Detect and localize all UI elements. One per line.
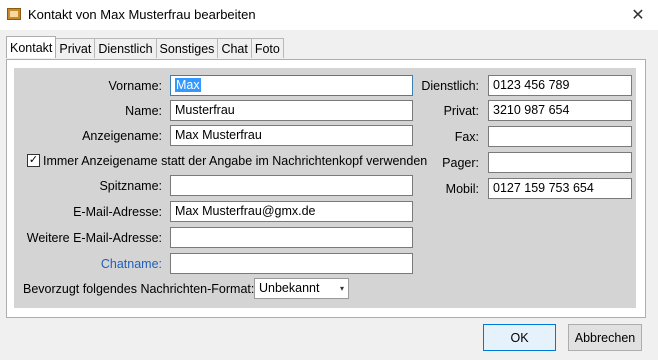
chatname-field[interactable] bbox=[170, 253, 413, 274]
dropdown-arrow-icon: ▾ bbox=[339, 284, 344, 293]
anzeigename-label: Anzeigename: bbox=[82, 129, 162, 143]
weitere-email-field[interactable] bbox=[170, 227, 413, 248]
tab-bar: Kontakt Privat Dienstlich Sonstiges Chat… bbox=[6, 36, 284, 59]
mobil-phone-field[interactable]: 0127 159 753 654 bbox=[488, 178, 632, 199]
ok-button[interactable]: OK bbox=[483, 324, 556, 351]
mobil-label: Mobil: bbox=[445, 182, 479, 196]
spitzname-label: Spitzname: bbox=[99, 179, 162, 193]
spitzname-field[interactable] bbox=[170, 175, 413, 196]
fax-label: Fax: bbox=[454, 130, 479, 144]
dienstlich-phone-field[interactable]: 0123 456 789 bbox=[488, 75, 632, 96]
chatname-link[interactable]: Chatname: bbox=[101, 257, 162, 271]
email-label: E-Mail-Adresse: bbox=[73, 205, 162, 219]
vorname-value: Max bbox=[175, 78, 201, 92]
close-icon[interactable]: ✕ bbox=[618, 0, 658, 30]
weitere-email-label: Weitere E-Mail-Adresse: bbox=[26, 231, 162, 245]
tab-foto[interactable]: Foto bbox=[250, 38, 284, 58]
display-name-checkbox-label[interactable]: Immer Anzeigename statt der Angabe im Na… bbox=[43, 154, 427, 168]
address-book-icon bbox=[7, 8, 21, 20]
format-select[interactable]: Unbekannt ▾ bbox=[254, 278, 349, 299]
name-field[interactable]: Musterfrau bbox=[170, 100, 413, 121]
name-label: Name: bbox=[125, 104, 162, 118]
privat-label: Privat: bbox=[443, 104, 479, 118]
tab-kontakt[interactable]: Kontakt bbox=[6, 36, 57, 58]
format-value: Unbekannt bbox=[259, 281, 320, 295]
pager-label: Pager: bbox=[442, 156, 479, 170]
tab-dienstlich[interactable]: Dienstlich bbox=[94, 38, 157, 58]
tab-sonstiges[interactable]: Sonstiges bbox=[155, 38, 219, 58]
tab-chat[interactable]: Chat bbox=[217, 38, 252, 58]
anzeigename-field[interactable]: Max Musterfrau bbox=[170, 125, 413, 146]
email-field[interactable]: Max Musterfrau@gmx.de bbox=[170, 201, 413, 222]
dienstlich-label: Dienstlich: bbox=[421, 79, 479, 93]
title-bar: Kontakt von Max Musterfrau bearbeiten ✕ bbox=[0, 0, 658, 30]
display-name-checkbox[interactable]: ✓ bbox=[27, 154, 40, 167]
cancel-button[interactable]: Abbrechen bbox=[568, 324, 642, 351]
fax-field[interactable] bbox=[488, 126, 632, 147]
vorname-label: Vorname: bbox=[108, 79, 162, 93]
vorname-field[interactable]: Max bbox=[170, 75, 413, 96]
format-label: Bevorzugt folgendes Nachrichten-Format: bbox=[23, 282, 255, 296]
window-title: Kontakt von Max Musterfrau bearbeiten bbox=[28, 7, 256, 22]
tab-privat[interactable]: Privat bbox=[55, 38, 96, 58]
pager-field[interactable] bbox=[488, 152, 632, 173]
privat-phone-field[interactable]: 3210 987 654 bbox=[488, 100, 632, 121]
